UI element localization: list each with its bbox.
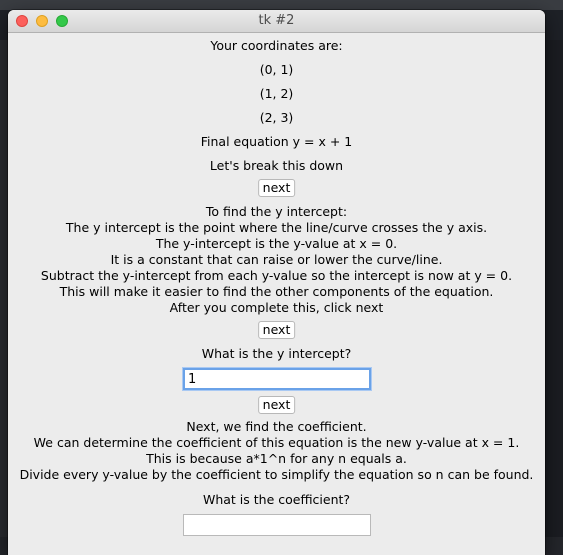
window-title: tk #2 bbox=[258, 13, 295, 28]
y-intercept-explanation: To find the y intercept: The y intercept… bbox=[8, 204, 545, 316]
explanation-line: This will make it easier to find the oth… bbox=[59, 284, 494, 299]
explanation-line: Divide every y-value by the coefficient … bbox=[19, 467, 534, 482]
tk-window: tk #2 Your coordinates are: (0, 1) (1, 2… bbox=[8, 10, 545, 555]
background-code-strip bbox=[543, 40, 563, 555]
final-equation: Final equation y = x + 1 bbox=[200, 134, 353, 149]
coefficient-explanation: Next, we find the coefficient. We can de… bbox=[8, 419, 545, 483]
y-intercept-question: What is the y intercept? bbox=[201, 346, 352, 361]
explanation-line: Next, we find the coefficient. bbox=[186, 419, 367, 434]
break-down-label: Let's break this down bbox=[209, 158, 344, 173]
y-intercept-input[interactable] bbox=[183, 368, 371, 390]
coordinate-1: (0, 1) bbox=[259, 62, 294, 77]
explanation-line: To find the y intercept: bbox=[205, 204, 348, 219]
explanation-line: This is because a*1^n for any n equals a… bbox=[146, 451, 407, 466]
next-button-1[interactable]: next bbox=[257, 179, 296, 197]
coefficient-input[interactable] bbox=[183, 514, 371, 536]
explanation-line: The y intercept is the point where the l… bbox=[65, 220, 488, 235]
coordinate-3: (2, 3) bbox=[259, 110, 294, 125]
explanation-line: Subtract the y-intercept from each y-val… bbox=[40, 268, 513, 283]
explanation-line: The y-intercept is the y-value at x = 0. bbox=[155, 236, 398, 251]
explanation-line: We can determine the coefficient of this… bbox=[33, 435, 520, 450]
background-topbar bbox=[0, 0, 563, 10]
title-bar[interactable]: tk #2 bbox=[8, 10, 545, 33]
coords-heading: Your coordinates are: bbox=[210, 38, 343, 53]
coordinate-2: (1, 2) bbox=[259, 86, 294, 101]
coefficient-question: What is the coefficient? bbox=[202, 492, 351, 507]
next-button-3[interactable]: next bbox=[257, 396, 296, 414]
explanation-line: It is a constant that can raise or lower… bbox=[110, 252, 443, 267]
explanation-line: After you complete this, click next bbox=[169, 300, 384, 315]
next-button-2[interactable]: next bbox=[257, 321, 296, 339]
